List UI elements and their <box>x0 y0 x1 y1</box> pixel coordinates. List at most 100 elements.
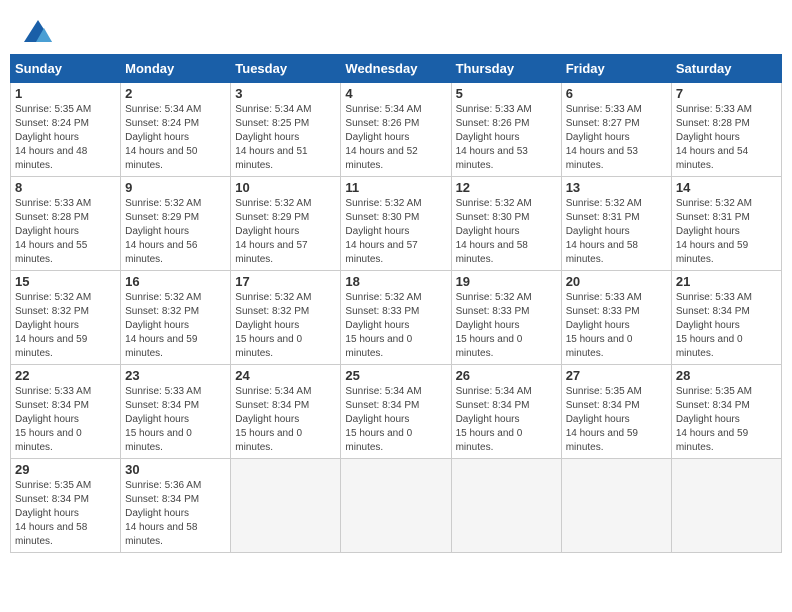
day-info: Sunrise: 5:35 AMSunset: 8:24 PMDaylight … <box>15 103 116 173</box>
calendar-day: 7 Sunrise: 5:33 AMSunset: 8:28 PMDaylight… <box>671 83 781 177</box>
calendar-day: 30 Sunrise: 5:36 AMSunset: 8:34 PMDayligh… <box>121 459 231 553</box>
day-number: 22 <box>15 368 116 383</box>
day-info: Sunrise: 5:33 AMSunset: 8:28 PMDaylight … <box>676 103 777 173</box>
day-info: Sunrise: 5:33 AMSunset: 8:34 PMDaylight … <box>676 291 777 361</box>
day-number: 3 <box>235 86 336 101</box>
calendar-day <box>451 459 561 553</box>
day-number: 12 <box>456 180 557 195</box>
day-info: Sunrise: 5:33 AMSunset: 8:33 PMDaylight … <box>566 291 667 361</box>
calendar-day: 28 Sunrise: 5:35 AMSunset: 8:34 PMDayligh… <box>671 365 781 459</box>
calendar-day: 25Sunrise: 5:34 AMSunset: 8:34 PMDayligh… <box>341 365 451 459</box>
calendar-day: 16 Sunrise: 5:32 AMSunset: 8:32 PMDayligh… <box>121 271 231 365</box>
day-info: Sunrise: 5:35 AMSunset: 8:34 PMDaylight … <box>676 385 777 455</box>
day-info: Sunrise: 5:34 AMSunset: 8:25 PMDaylight … <box>235 103 336 173</box>
calendar-day: 20 Sunrise: 5:33 AMSunset: 8:33 PMDayligh… <box>561 271 671 365</box>
calendar-day: 18Sunrise: 5:32 AMSunset: 8:33 PMDayligh… <box>341 271 451 365</box>
day-info: Sunrise: 5:32 AMSunset: 8:33 PMDaylight … <box>456 291 557 361</box>
logo-icon <box>22 18 54 46</box>
weekday-header: Saturday <box>671 55 781 83</box>
calendar-day: 24 Sunrise: 5:34 AMSunset: 8:34 PMDayligh… <box>231 365 341 459</box>
calendar-day <box>341 459 451 553</box>
day-info: Sunrise: 5:33 AMSunset: 8:26 PMDaylight … <box>456 103 557 173</box>
day-info: Sunrise: 5:32 AMSunset: 8:32 PMDaylight … <box>125 291 226 361</box>
day-number: 11 <box>345 180 446 195</box>
day-info: Sunrise: 5:35 AMSunset: 8:34 PMDaylight … <box>566 385 667 455</box>
day-info: Sunrise: 5:32 AMSunset: 8:31 PMDaylight … <box>566 197 667 267</box>
calendar-day: 12 Sunrise: 5:32 AMSunset: 8:30 PMDayligh… <box>451 177 561 271</box>
calendar-day: 3 Sunrise: 5:34 AMSunset: 8:25 PMDaylight… <box>231 83 341 177</box>
calendar-day: 15 Sunrise: 5:32 AMSunset: 8:32 PMDayligh… <box>11 271 121 365</box>
day-info: Sunrise: 5:33 AMSunset: 8:27 PMDaylight … <box>566 103 667 173</box>
calendar-day: 8Sunrise: 5:33 AMSunset: 8:28 PMDaylight… <box>11 177 121 271</box>
calendar-header-row: SundayMondayTuesdayWednesdayThursdayFrid… <box>11 55 782 83</box>
calendar-table: SundayMondayTuesdayWednesdayThursdayFrid… <box>10 54 782 553</box>
day-number: 7 <box>676 86 777 101</box>
calendar-week-row: 29 Sunrise: 5:35 AMSunset: 8:34 PMDayligh… <box>11 459 782 553</box>
logo <box>20 18 56 46</box>
calendar-day <box>231 459 341 553</box>
calendar-day: 14 Sunrise: 5:32 AMSunset: 8:31 PMDayligh… <box>671 177 781 271</box>
day-number: 26 <box>456 368 557 383</box>
day-number: 30 <box>125 462 226 477</box>
day-number: 14 <box>676 180 777 195</box>
day-number: 15 <box>15 274 116 289</box>
day-info: Sunrise: 5:34 AMSunset: 8:26 PMDaylight … <box>345 103 446 173</box>
day-info: Sunrise: 5:32 AMSunset: 8:29 PMDaylight … <box>235 197 336 267</box>
day-info: Sunrise: 5:35 AMSunset: 8:34 PMDaylight … <box>15 479 116 549</box>
day-number: 16 <box>125 274 226 289</box>
day-info: Sunrise: 5:36 AMSunset: 8:34 PMDaylight … <box>125 479 226 549</box>
day-info: Sunrise: 5:32 AMSunset: 8:30 PMDaylight … <box>456 197 557 267</box>
calendar-day: 5 Sunrise: 5:33 AMSunset: 8:26 PMDaylight… <box>451 83 561 177</box>
calendar-day: 29 Sunrise: 5:35 AMSunset: 8:34 PMDayligh… <box>11 459 121 553</box>
calendar-day: 10 Sunrise: 5:32 AMSunset: 8:29 PMDayligh… <box>231 177 341 271</box>
day-info: Sunrise: 5:33 AMSunset: 8:34 PMDaylight … <box>125 385 226 455</box>
calendar-week-row: 8Sunrise: 5:33 AMSunset: 8:28 PMDaylight… <box>11 177 782 271</box>
calendar-day: 19 Sunrise: 5:32 AMSunset: 8:33 PMDayligh… <box>451 271 561 365</box>
day-number: 9 <box>125 180 226 195</box>
day-info: Sunrise: 5:34 AMSunset: 8:34 PMDaylight … <box>235 385 336 455</box>
day-info: Sunrise: 5:32 AMSunset: 8:31 PMDaylight … <box>676 197 777 267</box>
day-number: 17 <box>235 274 336 289</box>
day-info: Sunrise: 5:33 AMSunset: 8:34 PMDaylight … <box>15 385 116 455</box>
day-number: 2 <box>125 86 226 101</box>
weekday-header: Tuesday <box>231 55 341 83</box>
day-info: Sunrise: 5:34 AMSunset: 8:34 PMDaylight … <box>456 385 557 455</box>
day-number: 19 <box>456 274 557 289</box>
day-info: Sunrise: 5:32 AMSunset: 8:29 PMDaylight … <box>125 197 226 267</box>
calendar-day: 17 Sunrise: 5:32 AMSunset: 8:32 PMDayligh… <box>231 271 341 365</box>
calendar-day: 22 Sunrise: 5:33 AMSunset: 8:34 PMDayligh… <box>11 365 121 459</box>
day-number: 28 <box>676 368 777 383</box>
day-number: 5 <box>456 86 557 101</box>
day-info: Sunrise: 5:32 AMSunset: 8:33 PMDaylight … <box>345 291 446 361</box>
weekday-header: Thursday <box>451 55 561 83</box>
day-info: Sunrise: 5:32 AMSunset: 8:32 PMDaylight … <box>15 291 116 361</box>
calendar-week-row: 1Sunrise: 5:35 AMSunset: 8:24 PMDaylight… <box>11 83 782 177</box>
calendar-day: 27 Sunrise: 5:35 AMSunset: 8:34 PMDayligh… <box>561 365 671 459</box>
calendar-day: 13Sunrise: 5:32 AMSunset: 8:31 PMDayligh… <box>561 177 671 271</box>
weekday-header: Wednesday <box>341 55 451 83</box>
day-number: 8 <box>15 180 116 195</box>
day-number: 4 <box>345 86 446 101</box>
day-number: 29 <box>15 462 116 477</box>
calendar-day: 6 Sunrise: 5:33 AMSunset: 8:27 PMDaylight… <box>561 83 671 177</box>
day-number: 24 <box>235 368 336 383</box>
calendar-day: 2Sunrise: 5:34 AMSunset: 8:24 PMDaylight… <box>121 83 231 177</box>
day-number: 27 <box>566 368 667 383</box>
calendar-day <box>671 459 781 553</box>
day-info: Sunrise: 5:32 AMSunset: 8:32 PMDaylight … <box>235 291 336 361</box>
day-number: 25 <box>345 368 446 383</box>
weekday-header: Sunday <box>11 55 121 83</box>
day-number: 23 <box>125 368 226 383</box>
calendar-day: 23 Sunrise: 5:33 AMSunset: 8:34 PMDayligh… <box>121 365 231 459</box>
calendar-day <box>561 459 671 553</box>
day-number: 6 <box>566 86 667 101</box>
day-info: Sunrise: 5:32 AMSunset: 8:30 PMDaylight … <box>345 197 446 267</box>
calendar-day: 4 Sunrise: 5:34 AMSunset: 8:26 PMDaylight… <box>341 83 451 177</box>
calendar-day: 21Sunrise: 5:33 AMSunset: 8:34 PMDayligh… <box>671 271 781 365</box>
calendar-week-row: 22 Sunrise: 5:33 AMSunset: 8:34 PMDayligh… <box>11 365 782 459</box>
day-number: 20 <box>566 274 667 289</box>
calendar-day: 1Sunrise: 5:35 AMSunset: 8:24 PMDaylight… <box>11 83 121 177</box>
page-header <box>10 10 782 50</box>
weekday-header: Friday <box>561 55 671 83</box>
day-number: 10 <box>235 180 336 195</box>
